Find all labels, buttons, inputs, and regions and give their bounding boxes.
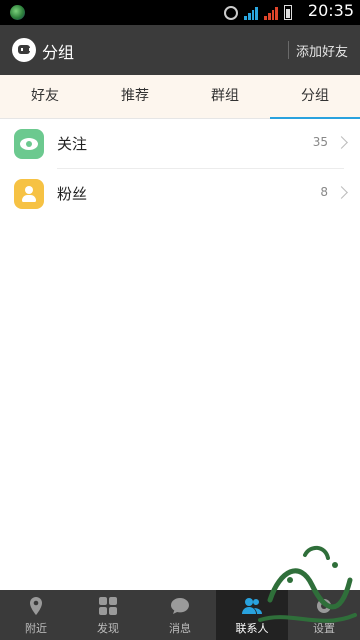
battery-icon	[284, 5, 292, 20]
add-friend-button[interactable]: 添加好友	[296, 41, 348, 60]
tab-categories[interactable]: 分组	[270, 75, 360, 119]
status-icons	[224, 5, 292, 20]
nav-messages[interactable]: 消息	[144, 590, 216, 640]
tab-bar: 好友 推荐 群组 分组	[0, 75, 360, 119]
app-logo-icon[interactable]	[12, 38, 36, 62]
nav-discover[interactable]: 发现	[72, 590, 144, 640]
chevron-right-icon	[335, 186, 348, 199]
status-bar: 20:35	[0, 0, 360, 25]
list-item-label: 粉丝	[57, 185, 88, 203]
page-title: 分组	[42, 43, 75, 62]
tab-groups[interactable]: 群组	[180, 75, 270, 118]
list-item-count: 35	[312, 135, 328, 149]
grid-icon	[99, 597, 117, 615]
app-notification-icon	[10, 5, 25, 20]
nav-label: 消息	[169, 622, 191, 635]
list-item-fans[interactable]: 粉丝 8	[0, 169, 360, 219]
person-icon	[14, 179, 44, 209]
group-list: 关注 35 粉丝 8	[0, 119, 360, 219]
chevron-right-icon	[335, 136, 348, 149]
calligraphy-watermark	[258, 545, 357, 623]
alarm-icon	[224, 5, 238, 20]
header-divider	[288, 41, 289, 59]
tab-recommend[interactable]: 推荐	[90, 75, 180, 118]
list-item-following[interactable]: 关注 35	[0, 119, 360, 169]
signal-icon	[244, 6, 258, 20]
location-pin-icon	[30, 597, 42, 615]
list-item-label: 关注	[57, 135, 88, 153]
chat-bubble-icon	[171, 598, 189, 614]
nav-label: 发现	[97, 622, 119, 635]
title-bar: 分组 添加好友	[0, 25, 360, 75]
list-item-count: 8	[320, 185, 328, 199]
nav-label: 附近	[25, 622, 47, 635]
tab-friends[interactable]: 好友	[0, 75, 90, 118]
nav-nearby[interactable]: 附近	[0, 590, 72, 640]
signal-weak-icon	[264, 6, 278, 20]
status-clock: 20:35	[307, 1, 354, 20]
eye-icon	[14, 129, 44, 159]
